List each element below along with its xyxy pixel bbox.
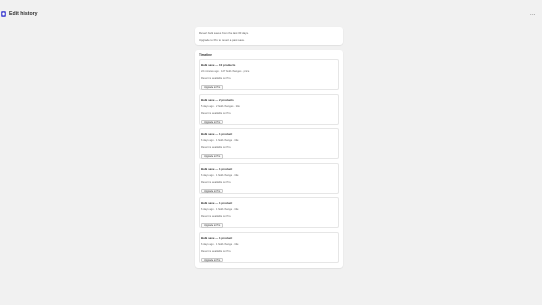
upgrade-to-pro-button[interactable]: Upgrade to Pro: [201, 223, 224, 228]
notice-text: Revert bulk saves from the last 30 days.: [199, 31, 249, 35]
timeline-entry: Bulk save — 2 products 5 days ago · 2 fi…: [199, 93, 339, 125]
entry-title: Bulk save — 1 product: [201, 132, 233, 136]
entry-meta: 6 days ago · 1 field change · title: [201, 208, 239, 211]
upgrade-to-pro-button[interactable]: Upgrade to Pro: [201, 154, 224, 159]
entry-title: Bulk save — 2 products: [201, 97, 234, 102]
entry-revert-text: Revert is available on Pro.: [201, 249, 232, 253]
entry-title: Bulk save — 10 products: [201, 63, 236, 67]
upgrade-to-pro-button[interactable]: Upgrade to Pro: [201, 119, 224, 124]
entry-revert-text: Revert is available on Pro.: [201, 180, 232, 184]
upgrade-to-pro-button[interactable]: Upgrade to Pro: [201, 85, 224, 90]
entry-meta: 6 days ago · 1 field change · title: [201, 242, 239, 246]
entry-meta: 6 days ago · 1 field change · title: [201, 173, 239, 177]
page-title: Edit history: [9, 11, 38, 17]
timeline-entry: Bulk save — 1 product 6 days ago · 1 fie…: [199, 162, 339, 194]
entry-revert-text: Revert is available on Pro.: [201, 77, 232, 80]
entry-revert-text: Revert is available on Pro.: [201, 215, 232, 218]
timeline-entry: Bulk save — 1 product 6 days ago · 1 fie…: [199, 231, 339, 263]
entry-meta: 6 days ago · 1 field change · title: [201, 139, 239, 142]
entry-revert-text: Revert is available on Pro.: [201, 146, 232, 149]
timeline-card: Timeline Bulk save — 10 products 22 minu…: [195, 50, 343, 268]
entry-meta: 5 days ago · 2 field changes · title: [201, 104, 240, 108]
app-logo-icon: ◆: [1, 11, 6, 17]
entry-revert-text: Revert is available on Pro.: [201, 111, 232, 115]
entry-title: Bulk save — 1 product: [201, 166, 233, 171]
timeline-entry: Bulk save — 1 product 6 days ago · 1 fie…: [199, 197, 339, 228]
timeline-title: Timeline: [199, 53, 212, 57]
entry-meta: 22 minutes ago · 127 field changes · pri…: [201, 70, 250, 73]
upgrade-to-pro-button[interactable]: Upgrade to Pro: [201, 188, 224, 193]
more-actions-button[interactable]: ...: [530, 11, 536, 17]
upgrade-to-pro-button[interactable]: Upgrade to Pro: [201, 257, 224, 262]
notice-card: Revert bulk saves from the last 30 days.…: [195, 27, 343, 45]
timeline-entry: Bulk save — 1 product 6 days ago · 1 fie…: [199, 128, 339, 159]
top-bar: ◆ Edit history ...: [0, 0, 542, 28]
entry-title: Bulk save — 1 product: [201, 201, 233, 205]
notice-upgrade-text: Upgrade to Pro to revert a past save.: [199, 37, 245, 42]
entry-title: Bulk save — 1 product: [201, 235, 233, 240]
timeline-entry: Bulk save — 10 products 22 minutes ago ·…: [199, 59, 339, 90]
